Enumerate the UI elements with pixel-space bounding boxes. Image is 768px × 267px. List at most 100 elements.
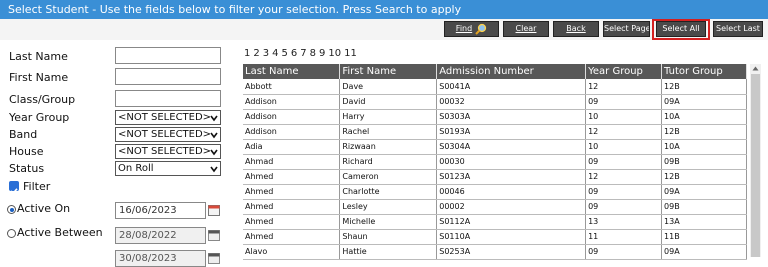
table-cell: 10: [585, 139, 663, 155]
table-cell: 12B: [661, 169, 747, 185]
table-row[interactable]: Addison Rachel S0193A 12 12B: [243, 124, 747, 140]
first-name-input[interactable]: [115, 68, 221, 85]
active-between-label: Active Between: [17, 226, 103, 239]
active-on-radio[interactable]: [7, 205, 16, 214]
table-cell: 12: [585, 79, 663, 95]
back-button[interactable]: Back: [553, 21, 599, 37]
status-select[interactable]: On Roll: [115, 161, 221, 176]
table-cell: Adia: [243, 139, 341, 155]
table-cell: 12B: [661, 79, 747, 95]
column-header[interactable]: Year Group: [585, 64, 663, 79]
house-select[interactable]: <NOT SELECTED>: [115, 144, 221, 159]
page-link[interactable]: 3: [263, 48, 269, 59]
table-cell: S0110A: [436, 229, 587, 245]
select-all-button[interactable]: Select All: [656, 21, 706, 37]
year-group-select[interactable]: <NOT SELECTED>: [115, 110, 221, 125]
status-label: Status: [9, 162, 45, 175]
column-header[interactable]: Admission Number: [436, 64, 587, 79]
band-label: Band: [9, 128, 38, 141]
class-group-input[interactable]: [115, 90, 221, 107]
calendar-icon[interactable]: [208, 204, 220, 216]
active-on-label: Active On: [17, 202, 71, 215]
table-header-row: Last Name First Name Admission Number Ye…: [243, 64, 747, 79]
table-row[interactable]: Addison David 00032 09 09A: [243, 94, 747, 110]
table-cell: 12: [585, 124, 663, 140]
page-link[interactable]: 2: [253, 48, 259, 59]
page-link[interactable]: 1: [244, 48, 250, 59]
page-link[interactable]: 11: [344, 48, 357, 59]
calendar-icon[interactable]: [208, 229, 220, 241]
table-cell: S0303A: [436, 109, 587, 125]
scroll-up-arrow-icon[interactable]: [752, 65, 759, 72]
table-cell: 10A: [661, 109, 747, 125]
table-cell: Lesley: [339, 199, 438, 215]
table-row[interactable]: Addison Harry S0303A 10 10A: [243, 109, 747, 125]
table-cell: 12: [585, 169, 663, 185]
table-row[interactable]: Adia Rizwaan S0304A 10 10A: [243, 139, 747, 155]
select-page-button[interactable]: Select Page: [603, 21, 650, 37]
house-value: <NOT SELECTED>: [118, 146, 212, 157]
table-cell: Ahmad: [243, 154, 341, 170]
column-header[interactable]: Tutor Group: [661, 64, 747, 79]
table-cell: Rachel: [339, 124, 438, 140]
table-cell: Michelle: [339, 214, 438, 230]
table-cell: 12B: [661, 124, 747, 140]
table-row[interactable]: Ahmad Richard 00030 09 09B: [243, 154, 747, 170]
table-cell: 09: [585, 94, 663, 110]
table-cell: 13A: [661, 214, 747, 230]
table-cell: S0193A: [436, 124, 587, 140]
column-header[interactable]: Last Name: [243, 64, 341, 79]
table-cell: S0041A: [436, 79, 587, 95]
checkmark-icon: [10, 188, 18, 195]
magnifier-icon: [475, 23, 487, 35]
filter-checkbox[interactable]: [9, 181, 19, 195]
chevron-down-icon: [210, 149, 218, 156]
clear-button[interactable]: Clear: [503, 21, 549, 37]
page-link[interactable]: 10: [328, 48, 341, 59]
active-on-date-input[interactable]: 16/06/2023: [115, 202, 206, 219]
table-cell: 10: [585, 109, 663, 125]
table-cell: Ahmed: [243, 199, 341, 215]
table-cell: Charlotte: [339, 184, 438, 200]
table-row[interactable]: Ahmed Lesley 00002 09 09B: [243, 199, 747, 215]
table-cell: Ahmed: [243, 229, 341, 245]
table-cell: David: [339, 94, 438, 110]
active-between-to-input[interactable]: 30/08/2023: [115, 250, 206, 267]
select-last-button[interactable]: Select Last: [713, 21, 763, 37]
active-between-radio[interactable]: [7, 229, 16, 238]
table-cell: 00030: [436, 154, 587, 170]
table-row[interactable]: Ahmed Charlotte 00046 09 09A: [243, 184, 747, 200]
page-link[interactable]: 4: [272, 48, 278, 59]
table-cell: Harry: [339, 109, 438, 125]
band-select[interactable]: <NOT SELECTED>: [115, 127, 221, 142]
column-header[interactable]: First Name: [339, 64, 438, 79]
page-link[interactable]: 8: [310, 48, 316, 59]
calendar-icon[interactable]: [208, 252, 220, 264]
table-cell: S0112A: [436, 214, 587, 230]
table-row[interactable]: Ahmed Cameron S0123A 12 12B: [243, 169, 747, 185]
page-link[interactable]: 6: [291, 48, 297, 59]
class-group-label: Class/Group: [9, 93, 76, 106]
page-link[interactable]: 5: [282, 48, 288, 59]
table-cell: Richard: [339, 154, 438, 170]
pagination: 1 2 3 4 5 6 7 8 9 10 11: [244, 48, 360, 59]
last-name-input[interactable]: [115, 47, 221, 64]
page-link[interactable]: 9: [319, 48, 325, 59]
table-cell: Addison: [243, 94, 341, 110]
find-label: Find: [455, 24, 473, 33]
page-title: Select Student - Use the fields below to…: [0, 0, 768, 19]
chevron-down-icon: [210, 115, 218, 122]
table-cell: Rizwaan: [339, 139, 438, 155]
scrollbar-thumb[interactable]: [751, 74, 760, 257]
table-row[interactable]: Abbott Dave S0041A 12 12B: [243, 79, 747, 95]
table-cell: Shaun: [339, 229, 438, 245]
table-cell: Ahmed: [243, 214, 341, 230]
page-link[interactable]: 7: [300, 48, 306, 59]
table-row[interactable]: Ahmed Michelle S0112A 13 13A: [243, 214, 747, 230]
find-button[interactable]: Find: [444, 21, 499, 37]
table-cell: 00002: [436, 199, 587, 215]
table-cell: Addison: [243, 109, 341, 125]
table-cell: Cameron: [339, 169, 438, 185]
active-between-from-input[interactable]: 28/08/2022: [115, 227, 206, 244]
table-row[interactable]: Ahmed Shaun S0110A 11 11B: [243, 229, 747, 245]
